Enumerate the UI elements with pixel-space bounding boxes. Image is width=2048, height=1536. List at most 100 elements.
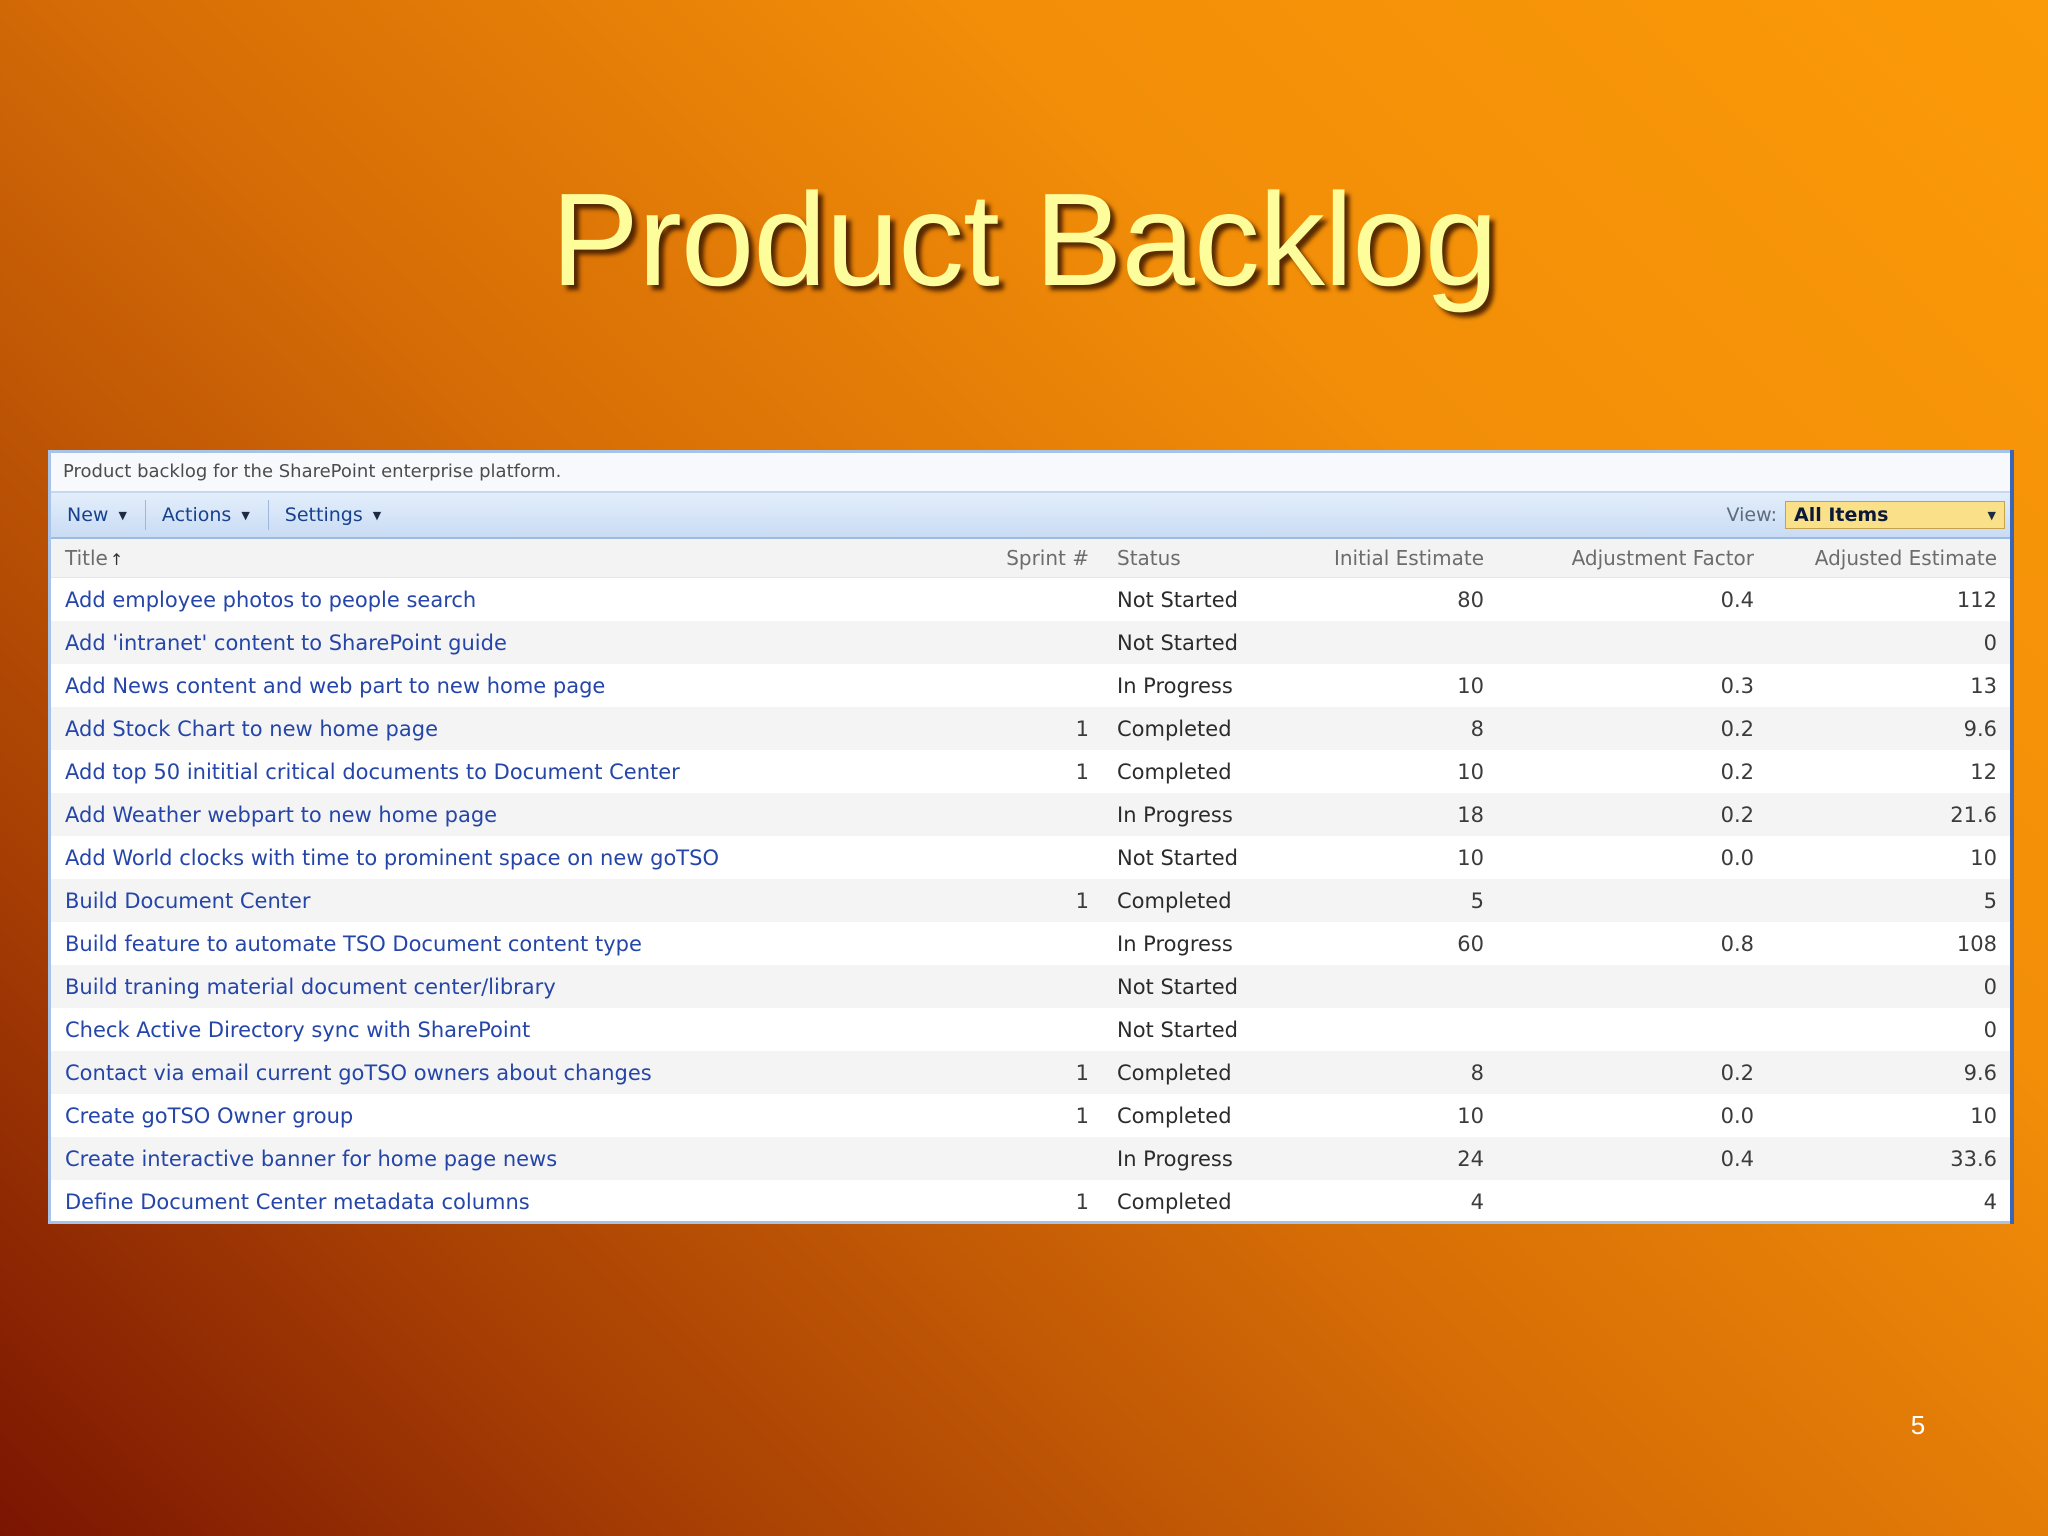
row-adjustment-factor-cell: 0.0: [1720, 845, 1754, 870]
row-adjustment-factor-cell: 0.4: [1720, 587, 1754, 612]
row-status-cell: Completed: [1117, 1189, 1232, 1214]
row-sprint-cell: [943, 664, 1103, 707]
list-description: Product backlog for the SharePoint enter…: [51, 453, 2011, 493]
row-sprint-cell: 1: [943, 879, 1103, 922]
row-adjustment-factor-cell: 0.2: [1498, 793, 1768, 836]
row-adjustment-factor-cell: 0.2: [1498, 707, 1768, 750]
row-sprint-cell: 1: [1075, 1189, 1089, 1214]
row-initial-estimate-cell: 18: [1283, 793, 1498, 836]
row-title-link[interactable]: Check Active Directory sync with SharePo…: [51, 1008, 943, 1051]
row-title-link[interactable]: Build Document Center: [51, 879, 943, 922]
row-status-cell: Completed: [1103, 1051, 1283, 1094]
row-title-link[interactable]: Add employee photos to people search: [51, 578, 943, 622]
row-title-link[interactable]: Create interactive banner for home page …: [51, 1137, 943, 1180]
row-sprint-cell: [943, 1008, 1103, 1051]
slide-number: 5: [1910, 1410, 1926, 1440]
row-initial-estimate-cell: 10: [1457, 673, 1484, 698]
row-sprint-cell: 1: [1075, 1103, 1089, 1128]
column-header-sprint[interactable]: Sprint #: [943, 539, 1103, 578]
row-status-cell: Not Started: [1117, 1017, 1239, 1042]
row-adjusted-estimate-cell: 33.6: [1768, 1137, 2011, 1180]
sort-ascending-icon: ↑: [109, 550, 124, 569]
row-adjusted-estimate-cell: 21.6: [1768, 793, 2011, 836]
row-initial-estimate-cell: 8: [1283, 1051, 1498, 1094]
table-row: Add Weather webpart to new home page In P…: [51, 793, 2011, 836]
row-adjusted-estimate-cell: 112: [1956, 587, 1997, 612]
row-sprint-cell: [943, 922, 1103, 965]
row-title-link[interactable]: Build traning material document center/l…: [51, 965, 943, 1008]
view-label: View:: [1726, 504, 1777, 526]
row-title-link[interactable]: Contact via email current goTSO owners a…: [51, 1051, 943, 1094]
chevron-down-icon: ▼: [372, 508, 382, 522]
column-header-status[interactable]: Status: [1103, 539, 1283, 578]
row-adjustment-factor-cell: 0.2: [1498, 1051, 1768, 1094]
row-title-link[interactable]: Build feature to automate TSO Document c…: [51, 922, 943, 965]
row-initial-estimate-cell: 10: [1457, 759, 1484, 784]
row-adjusted-estimate-cell: 4: [1983, 1189, 1997, 1214]
table-row: Add 'intranet' content to SharePoint gui…: [51, 621, 2011, 664]
row-adjustment-factor-cell: [1498, 1008, 1768, 1051]
row-status-cell: Not Started: [1117, 587, 1239, 612]
row-title-link[interactable]: Add World clocks with time to prominent …: [51, 836, 943, 879]
table-header-row: Title ↑ Sprint # Status Initial Estimate …: [51, 539, 2011, 578]
list-toolbar: New ▼ Actions ▼ Settings ▼ View: All Ite…: [51, 493, 2011, 539]
row-adjustment-factor-cell: 0.4: [1498, 1137, 1768, 1180]
row-adjusted-estimate-cell: 0: [1983, 1017, 1997, 1042]
row-adjusted-estimate-cell: 0: [1768, 621, 2011, 664]
row-sprint-cell: [943, 793, 1103, 836]
row-initial-estimate-cell: 8: [1283, 707, 1498, 750]
row-initial-estimate-cell: [1283, 621, 1498, 664]
row-sprint-cell: 1: [943, 1051, 1103, 1094]
row-adjustment-factor-cell: [1498, 621, 1768, 664]
column-header-adjusted-estimate[interactable]: Adjusted Estimate: [1768, 539, 2011, 578]
row-initial-estimate-cell: [1283, 965, 1498, 1008]
row-status-cell: Not Started: [1117, 845, 1239, 870]
row-sprint-cell: [943, 621, 1103, 664]
row-adjusted-estimate-cell: 10: [1970, 1103, 1997, 1128]
row-sprint-cell: [943, 1137, 1103, 1180]
row-status-cell: Completed: [1103, 879, 1283, 922]
column-header-title-label: Title: [65, 546, 108, 570]
view-dropdown-value: All Items: [1794, 504, 1889, 526]
row-title-link[interactable]: Add top 50 inititial critical documents …: [51, 750, 943, 793]
row-initial-estimate-cell: 5: [1283, 879, 1498, 922]
row-initial-estimate-cell: 4: [1470, 1189, 1484, 1214]
table-row: Contact via email current goTSO owners a…: [51, 1051, 2011, 1094]
row-initial-estimate-cell: 24: [1283, 1137, 1498, 1180]
table-row: Add World clocks with time to prominent …: [51, 836, 2011, 879]
row-title-link[interactable]: Add Stock Chart to new home page: [51, 707, 943, 750]
table-row: Create goTSO Owner group 1 Completed 10 0.0 1…: [51, 1094, 2011, 1137]
table-row: Build Document Center 1 Completed 5 5: [51, 879, 2011, 922]
row-adjustment-factor-cell: [1498, 965, 1768, 1008]
row-status-cell: Completed: [1117, 759, 1232, 784]
row-title-link[interactable]: Add Weather webpart to new home page: [51, 793, 943, 836]
view-dropdown[interactable]: All Items ▼: [1785, 501, 2005, 529]
chevron-down-icon: ▼: [241, 508, 250, 522]
column-header-initial-estimate[interactable]: Initial Estimate: [1283, 539, 1498, 578]
row-sprint-cell: [943, 965, 1103, 1008]
row-title-link[interactable]: Add News content and web part to new hom…: [51, 664, 943, 707]
row-adjustment-factor-cell: 0.0: [1720, 1103, 1754, 1128]
settings-menu-button[interactable]: Settings ▼: [269, 493, 399, 537]
row-title-link[interactable]: Define Document Center metadata columns: [51, 1180, 943, 1223]
new-menu-button[interactable]: New ▼: [51, 493, 145, 537]
backlog-table: Title ↑ Sprint # Status Initial Estimate …: [51, 539, 2011, 1223]
row-status-cell: Completed: [1117, 1103, 1232, 1128]
row-status-cell: In Progress: [1103, 793, 1283, 836]
actions-menu-button[interactable]: Actions ▼: [146, 493, 268, 537]
row-sprint-cell: 1: [943, 707, 1103, 750]
chevron-down-icon: ▼: [118, 508, 127, 522]
row-status-cell: Not Started: [1103, 965, 1283, 1008]
row-title-link[interactable]: Create goTSO Owner group: [51, 1094, 943, 1137]
row-adjustment-factor-cell: 0.2: [1720, 759, 1754, 784]
row-initial-estimate-cell: [1283, 1008, 1498, 1051]
column-header-adjustment-factor[interactable]: Adjustment Factor: [1498, 539, 1768, 578]
row-title-link[interactable]: Add 'intranet' content to SharePoint gui…: [51, 621, 943, 664]
column-header-title[interactable]: Title ↑: [51, 539, 943, 578]
row-adjusted-estimate-cell: 10: [1970, 845, 1997, 870]
settings-menu-label: Settings: [284, 504, 363, 526]
row-adjustment-factor-cell: 0.8: [1720, 931, 1754, 956]
table-row: Build traning material document center/l…: [51, 965, 2011, 1008]
row-initial-estimate-cell: 10: [1457, 845, 1484, 870]
row-adjusted-estimate-cell: 9.6: [1768, 707, 2011, 750]
